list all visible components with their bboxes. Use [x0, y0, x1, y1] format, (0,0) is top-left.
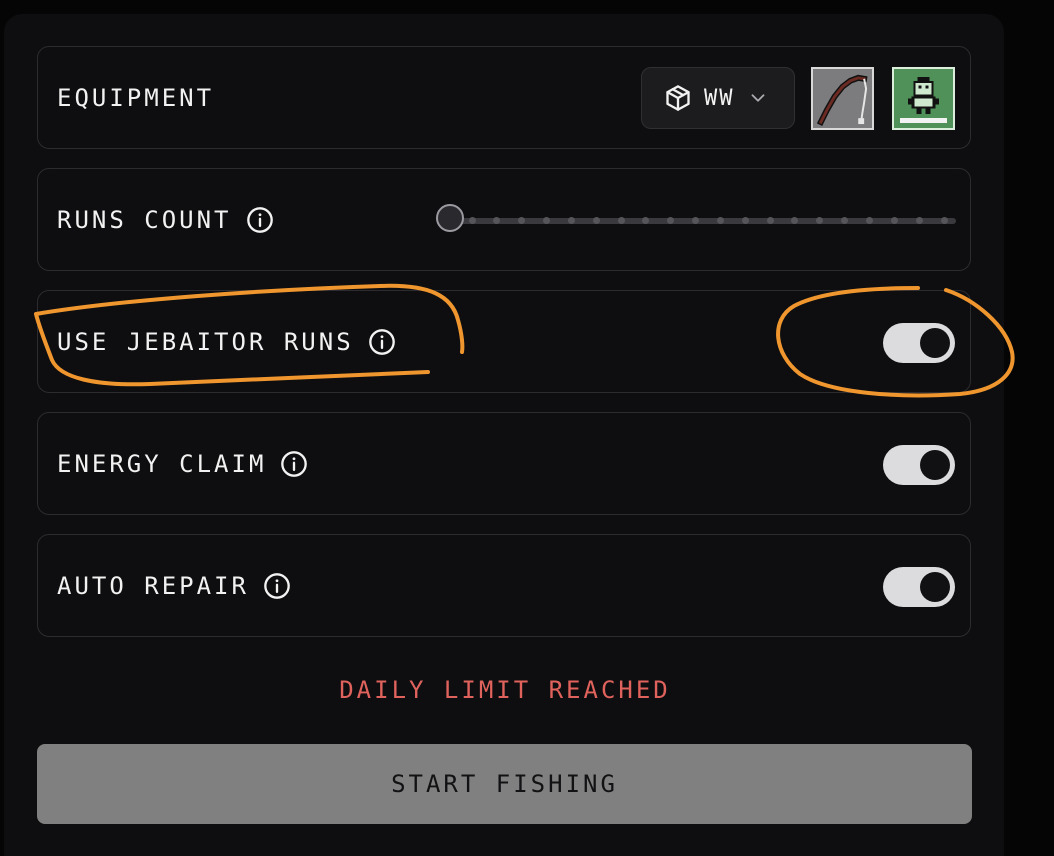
- runs-count-slider[interactable]: [436, 203, 956, 237]
- chevron-down-icon: [747, 87, 769, 109]
- toggle-knob: [920, 328, 950, 358]
- runs-count-label: RUNS COUNT: [57, 205, 232, 234]
- energy-claim-label-group: ENERGY CLAIM: [57, 450, 308, 478]
- package-icon: [664, 84, 692, 112]
- info-icon[interactable]: [246, 206, 274, 234]
- energy-claim-label: ENERGY CLAIM: [57, 449, 267, 478]
- auto-repair-row: AUTO REPAIR: [37, 534, 971, 637]
- equipment-label-group: EQUIPMENT: [57, 84, 214, 112]
- equipment-select[interactable]: WW: [641, 67, 795, 129]
- start-fishing-button[interactable]: START FISHING: [37, 744, 972, 824]
- daily-limit-message: DAILY LIMIT REACHED: [339, 676, 671, 704]
- pixel-character-icon[interactable]: [892, 67, 955, 130]
- energy-claim-toggle[interactable]: [883, 445, 955, 485]
- info-icon[interactable]: [263, 572, 291, 600]
- slider-step-dot: [567, 217, 575, 224]
- app-root: EQUIPMENT WW RUNS COUNT USE JEBAITOR RUN…: [0, 0, 1054, 856]
- auto-repair-toggle[interactable]: [883, 567, 955, 607]
- slider-step-dot: [890, 217, 898, 224]
- equipment-row: EQUIPMENT WW: [37, 46, 971, 149]
- slider-step-dot: [915, 217, 923, 224]
- slider-step-dot: [940, 217, 948, 224]
- slider-step-dot: [741, 217, 749, 224]
- slider-step-dot: [468, 217, 476, 224]
- use-jebaitor-runs-label-group: USE JEBAITOR RUNS: [57, 328, 396, 356]
- runs-count-row: RUNS COUNT: [37, 168, 971, 271]
- energy-claim-row: ENERGY CLAIM: [37, 412, 971, 515]
- slider-step-dot: [716, 217, 724, 224]
- toggle-knob: [920, 572, 950, 602]
- slider-track: [452, 218, 956, 224]
- slider-step-dot: [543, 217, 551, 224]
- equipment-label: EQUIPMENT: [57, 83, 215, 112]
- runs-count-label-group: RUNS COUNT: [57, 206, 274, 234]
- slider-thumb[interactable]: [436, 204, 464, 232]
- auto-repair-label-group: AUTO REPAIR: [57, 572, 291, 600]
- slider-step-dot: [865, 217, 873, 224]
- auto-repair-label: AUTO REPAIR: [57, 571, 249, 600]
- info-icon[interactable]: [368, 328, 396, 356]
- fishing-rod-icon[interactable]: [811, 67, 874, 130]
- toggle-knob: [920, 450, 950, 480]
- equipment-select-value: WW: [704, 85, 735, 111]
- use-jebaitor-runs-toggle[interactable]: [883, 323, 955, 363]
- info-icon[interactable]: [280, 450, 308, 478]
- slider-step-dot: [617, 217, 625, 224]
- slider-step-dot: [766, 217, 774, 224]
- use-jebaitor-runs-row: USE JEBAITOR RUNS: [37, 290, 971, 393]
- slider-step-dot: [592, 217, 600, 224]
- use-jebaitor-runs-label: USE JEBAITOR RUNS: [57, 327, 354, 356]
